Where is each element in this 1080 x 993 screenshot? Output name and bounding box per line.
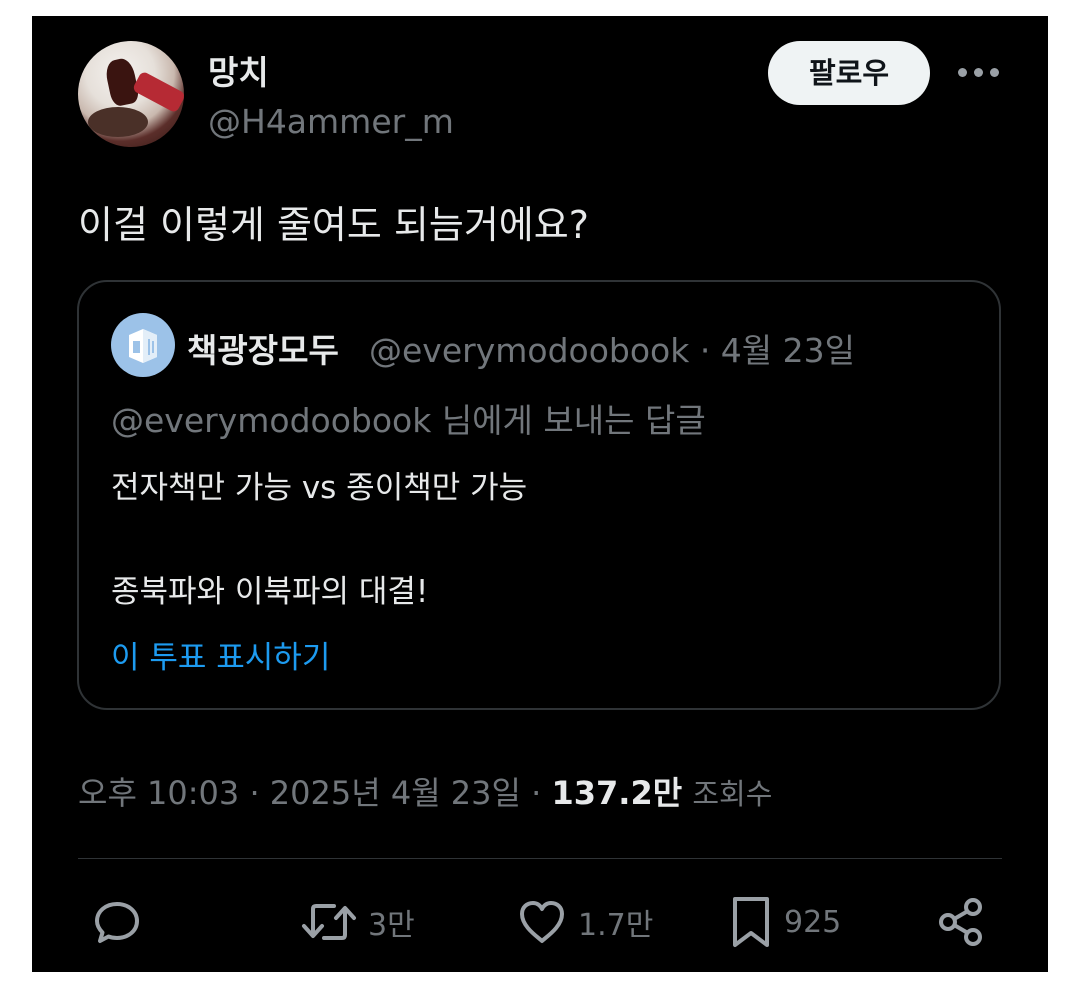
bookmark-button[interactable]: 925 (728, 894, 841, 950)
like-button[interactable]: 1.7만 (516, 894, 653, 950)
quoted-reply-to: @everymodoobook 님에게 보내는 답글 (111, 401, 706, 440)
share-button[interactable] (936, 894, 986, 950)
tweet-frame: 망치 @H4ammer_m 팔로우 이걸 이렇게 줄여도 되늠거에요? 책광장모… (32, 16, 1048, 972)
quoted-text-line: 종북파와 이북파의 대결! (111, 574, 429, 610)
like-count: 1.7만 (578, 908, 654, 943)
retweet-count: 3만 (368, 908, 415, 943)
retweet-button[interactable]: 3만 (300, 894, 415, 950)
avatar[interactable] (78, 41, 184, 147)
quoted-handle-date: @everymodoobook · 4월 23일 (369, 331, 855, 370)
retweet-icon (302, 904, 356, 940)
book-logo-icon (129, 329, 157, 363)
show-poll-link[interactable]: 이 투표 표시하기 (111, 632, 330, 677)
like-icon (520, 901, 564, 943)
more-icon[interactable] (958, 68, 1000, 80)
quoted-text-line: 전자책만 가능 vs 종이책만 가능 (111, 470, 528, 506)
quoted-author-name[interactable]: 책광장모두 (187, 324, 339, 372)
share-icon (939, 898, 982, 946)
reply-icon (95, 902, 139, 943)
bookmark-count: 925 (784, 904, 842, 940)
views-count: 137.2만 (551, 774, 683, 812)
views-label: 조회수 (692, 777, 773, 811)
follow-button[interactable]: 팔로우 (768, 41, 930, 105)
timestamp[interactable]: 오후 10:03 · 2025년 4월 23일 · (78, 774, 551, 812)
author-display-name[interactable]: 망치 (208, 46, 269, 94)
quoted-avatar[interactable] (111, 313, 175, 377)
tweet-meta: 오후 10:03 · 2025년 4월 23일 · 137.2만 조회수 (78, 768, 772, 814)
author-handle[interactable]: @H4ammer_m (208, 102, 454, 141)
bookmark-icon (733, 897, 769, 947)
tweet-text: 이걸 이렇게 줄여도 되늠거에요? (78, 203, 589, 247)
reply-button[interactable] (92, 894, 142, 950)
divider (78, 858, 1002, 859)
quoted-tweet-card[interactable]: 책광장모두 @everymodoobook · 4월 23일 @everymod… (77, 280, 1001, 710)
